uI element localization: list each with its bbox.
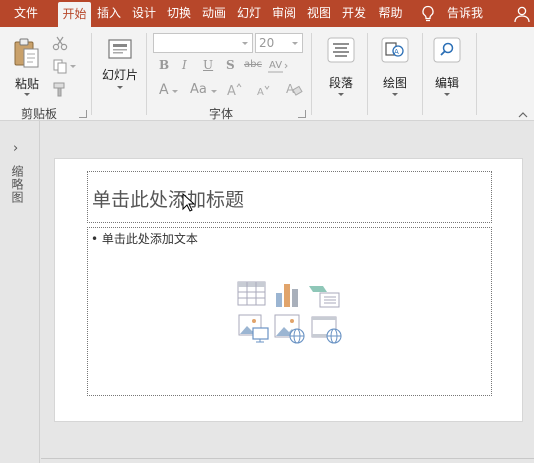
new-slide-dropdown-caret — [117, 86, 123, 89]
increase-font-size-icon[interactable]: A — [226, 81, 242, 97]
clear-formatting-icon[interactable]: A — [285, 80, 303, 98]
font-color-dropdown-caret[interactable] — [172, 90, 178, 93]
insert-video-icon[interactable] — [311, 314, 343, 344]
svg-text:A: A — [394, 48, 399, 56]
bold-button[interactable]: B — [159, 58, 169, 72]
font-color-button[interactable]: A — [159, 82, 169, 98]
underline-button[interactable]: U — [203, 58, 213, 72]
editing-dropdown-caret — [444, 93, 450, 96]
content-placeholder-text: • 单击此处添加文本 — [91, 232, 198, 246]
tab-animations[interactable]: 动画 — [199, 0, 229, 27]
drawing-button[interactable]: A 绘图 — [372, 35, 418, 99]
cut-icon[interactable] — [52, 35, 68, 51]
editing-button[interactable]: 编辑 — [424, 35, 470, 99]
group-separator — [367, 33, 368, 115]
editing-label: 编辑 — [434, 76, 459, 90]
paste-button[interactable]: 粘贴 — [8, 35, 46, 97]
share-user-icon[interactable] — [513, 5, 531, 23]
title-placeholder-text: 单击此处添加标题 — [92, 189, 245, 211]
ribbon-tab-bar: 文件 开始 插入 设计 切换 动画 幻灯 审阅 视图 开发 帮助 告诉我 — [0, 0, 534, 27]
insert-online-picture-icon[interactable] — [274, 314, 306, 344]
tab-slideshow[interactable]: 幻灯 — [234, 0, 264, 27]
tab-file[interactable]: 文件 — [4, 0, 48, 27]
decrease-font-size-icon[interactable]: A — [256, 83, 272, 99]
paste-label: 粘贴 — [14, 77, 39, 91]
insert-chart-icon[interactable] — [274, 281, 302, 309]
tab-design[interactable]: 设计 — [129, 0, 159, 27]
insert-smartart-icon[interactable] — [308, 283, 340, 309]
group-separator — [91, 33, 92, 115]
clipboard-dialog-launcher[interactable] — [79, 110, 87, 118]
change-case-dropdown-caret[interactable] — [211, 90, 217, 93]
text-shadow-button[interactable]: S — [226, 58, 235, 72]
character-spacing-icon[interactable]: AV — [266, 58, 288, 74]
mouse-pointer-icon — [182, 193, 196, 212]
group-separator — [311, 33, 312, 115]
drawing-label: 绘图 — [382, 76, 407, 90]
shapes-icon: A — [381, 37, 409, 63]
tell-me-search[interactable]: 告诉我 — [447, 0, 483, 27]
format-painter-icon[interactable] — [52, 81, 68, 97]
paste-dropdown-caret — [24, 93, 30, 96]
font-name-dropdown-icon — [242, 42, 248, 45]
strikethrough-button[interactable]: abc — [244, 59, 262, 70]
thumbnails-label[interactable]: 缩略图 — [10, 165, 26, 204]
change-case-button[interactable]: Aa — [190, 82, 207, 97]
find-search-icon — [433, 37, 461, 63]
new-slide-icon — [108, 39, 132, 59]
canvas-divider — [41, 458, 534, 459]
paragraph-dropdown-caret — [338, 93, 344, 96]
paragraph-label: 段落 — [328, 76, 353, 90]
tab-help[interactable]: 帮助 — [375, 0, 406, 27]
svg-text:AV: AV — [269, 60, 282, 71]
font-size-combobox[interactable]: 20 — [255, 33, 303, 53]
tab-developer[interactable]: 开发 — [339, 0, 369, 27]
expand-thumbnails-chevron-icon[interactable]: › — [13, 141, 18, 156]
group-separator — [146, 33, 147, 115]
tab-transitions[interactable]: 切换 — [164, 0, 194, 27]
group-separator — [422, 33, 423, 115]
clipboard-group-label: 剪贴板 — [20, 107, 57, 121]
paragraph-button[interactable]: 段落 — [318, 35, 364, 99]
paragraph-icon — [327, 37, 355, 63]
font-group-label: 字体 — [208, 107, 233, 121]
tab-view[interactable]: 视图 — [304, 0, 334, 27]
font-name-combobox[interactable] — [153, 33, 253, 53]
tab-home[interactable]: 开始 — [58, 2, 91, 27]
italic-button[interactable]: I — [182, 58, 187, 72]
font-size-value: 20 — [259, 36, 275, 50]
svg-text:A: A — [257, 87, 264, 98]
content-placeholder[interactable] — [87, 227, 492, 396]
new-slide-label: 幻灯片 — [101, 68, 138, 82]
tab-review[interactable]: 审阅 — [269, 0, 299, 27]
lightbulb-icon[interactable] — [420, 5, 436, 23]
copy-dropdown-caret[interactable] — [70, 65, 76, 68]
ribbon-home: 粘贴 剪贴板 幻灯片 20 B I U S abc AV A Aa A A A … — [0, 27, 534, 121]
font-dialog-launcher[interactable] — [298, 110, 306, 118]
group-separator — [476, 33, 477, 115]
tab-insert[interactable]: 插入 — [94, 0, 124, 27]
new-slide-button[interactable]: 幻灯片 — [97, 35, 143, 99]
insert-picture-icon[interactable] — [238, 314, 270, 344]
collapse-ribbon-icon[interactable] — [518, 112, 528, 118]
insert-table-icon[interactable] — [237, 281, 267, 307]
copy-icon[interactable] — [52, 58, 68, 74]
svg-text:A: A — [227, 84, 236, 97]
drawing-dropdown-caret — [392, 93, 398, 96]
clipboard-paste-icon — [14, 38, 39, 68]
font-size-dropdown-icon — [292, 42, 298, 45]
